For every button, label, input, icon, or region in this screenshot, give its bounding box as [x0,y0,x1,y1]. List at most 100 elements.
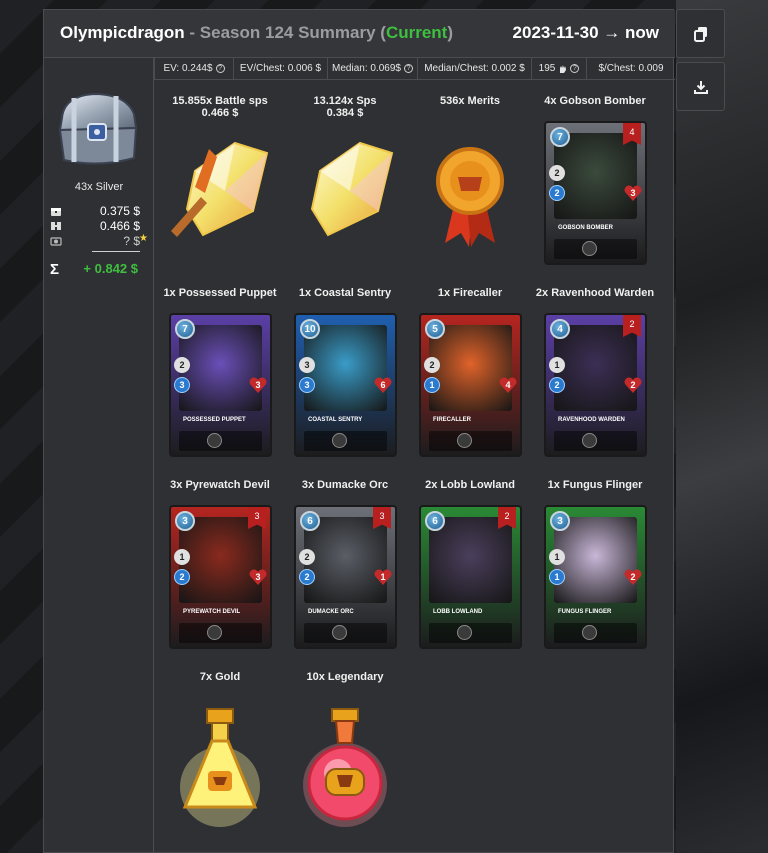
mana-icon: 7 [550,127,570,147]
season-label: Season 124 Summary ( [199,23,386,42]
reward-label: 10x Legendary [306,671,384,683]
card-art [304,325,387,411]
ability-icon [332,433,347,448]
silver-chest-icon [58,92,138,165]
download-icon [693,80,708,94]
legendary-potion-icon [303,708,387,827]
speed-icon: 2 [299,569,315,585]
stat-median-chest-text: Median/Chest: 0.002 $ [424,63,525,74]
info-icon[interactable]: ? [570,64,580,73]
card-image[interactable]: 5 2 1 4 Firecaller [419,313,522,457]
card-art [179,517,262,603]
reward-item: 3x Pyrewatch Devil [158,479,282,491]
ability-icon [582,433,597,448]
mana-icon: 5 [425,319,445,339]
card-image[interactable]: 6 3 2 2 1 Dumacke Orc [294,505,397,649]
date-range: 2023-11-30 → now [512,23,659,42]
reward-label: 3x Dumacke Orc [301,479,389,491]
mana-icon: 7 [175,319,195,339]
gold-potion-icon [180,708,260,827]
reward-item: 4x Gobson Bomber [533,95,657,107]
ability-icon [457,433,472,448]
card-image[interactable]: 6 2 Lobb Lowland [419,505,522,649]
mana-icon: 6 [300,511,320,531]
stat-median-text: Median: 0.069$ [332,63,401,74]
card-art [429,517,512,603]
reward-label: 1x Fungus Flinger [547,479,643,491]
card-image[interactable]: 10 3 3 6 Coastal Sentry [294,313,397,457]
info-icon[interactable]: ? [403,64,413,73]
sidebar-row-cards: 0.466 $ [50,219,148,233]
potion-icon [50,237,62,246]
card-name: Gobson Bomber [558,225,614,231]
attack-icon: 1 [549,357,565,373]
card-art [179,325,262,411]
cards-icon [51,222,61,230]
mana-icon: 10 [300,319,320,339]
reward-item: 1x Possessed Puppet [158,287,282,299]
stat-per-chest: $/Chest: 0.009 [586,58,675,79]
page-title: Olympicdragon - Season 124 Summary (Curr… [60,23,453,43]
reward-item: 2x Ravenhood Warden [533,287,657,299]
copy-icon [693,26,707,42]
sidebar-row-potion: ? $ ★ [50,233,148,248]
sidebar-value: ? $ [123,234,140,248]
attack-icon: 2 [424,357,440,373]
card-image[interactable]: 3 3 1 2 3 Pyrewatch Devil [169,505,272,649]
reward-label: 2x Ravenhood Warden [535,287,655,299]
chest-count-label: 43x Silver [74,181,124,193]
card-name: Lobb Lowland [433,609,483,615]
total-value: + 0.842 $ [83,261,138,276]
reward-item: 536x Merits [408,95,532,107]
attack-icon: 2 [549,165,565,181]
reward-label: 536x Merits [440,95,500,107]
reward-item: 15.855x Battle sps 0.466 $ [158,95,282,119]
reward-item: 3x Dumacke Orc [283,479,407,491]
speed-icon: 1 [549,569,565,585]
card-image[interactable]: 7 2 3 3 Possessed Puppet [169,313,272,457]
stat-per-chest-text: $/Chest: 0.009 [598,63,664,74]
card-art [429,325,512,411]
card-art [554,133,637,219]
card-art [304,517,387,603]
sidebar-row-chest: 0.375 $ [50,204,148,218]
sps-crystal-icon [310,141,394,237]
title-close-paren: ) [447,23,454,42]
attack-icon: 1 [174,549,190,565]
stats-bar: EV: 0.244$? EV/Chest: 0.006 $ Median: 0.… [154,58,675,80]
attack-icon: 1 [549,549,565,565]
download-button[interactable] [676,62,725,111]
card-art [554,517,637,603]
reward-item: 1x Coastal Sentry [283,287,407,299]
speed-icon: 2 [549,377,565,393]
ability-icon [582,241,597,256]
reward-label: 3x Pyrewatch Devil [170,479,270,491]
card-name: Ravenhood Warden [558,417,625,423]
reward-label: 13.124x Sps [313,95,377,107]
reward-label: 1x Firecaller [437,287,503,299]
summary-header: Olympicdragon - Season 124 Summary (Curr… [44,10,675,58]
stat-ev-text: EV: 0.244$ [163,63,213,74]
reward-item: 7x Gold [158,671,282,683]
card-image[interactable]: 3 1 1 2 Fungus Flinger [544,505,647,649]
ability-icon [332,625,347,640]
card-name: Fungus Flinger [558,609,612,615]
reward-item: 1x Firecaller [408,287,532,299]
sidebar-value: 0.375 $ [99,204,140,218]
season-summary-panel: Olympicdragon - Season 124 Summary (Curr… [43,9,675,853]
reward-item: 13.124x Sps 0.384 $ [283,95,407,119]
sps-crystal-icon [171,141,269,237]
mana-icon: 3 [175,511,195,531]
sidebar-value: 0.466 $ [99,219,140,233]
info-icon[interactable]: ? [215,64,225,73]
copy-button[interactable] [676,9,725,58]
merit-medal-icon [436,147,504,247]
card-image[interactable]: 7 4 2 2 3 Gobson Bomber [544,121,647,265]
card-image[interactable]: 4 2 1 2 2 Ravenhood Warden [544,313,647,457]
reward-item: 1x Fungus Flinger [533,479,657,491]
stat-count-text: 195 [538,63,556,74]
chest-sidebar: 43x Silver 0.375 $ 0.466 $ ? $ ★ Σ + 0.8… [44,58,154,853]
chest-icon [51,208,61,216]
ability-icon [582,625,597,640]
sigma-icon: Σ [50,261,60,278]
